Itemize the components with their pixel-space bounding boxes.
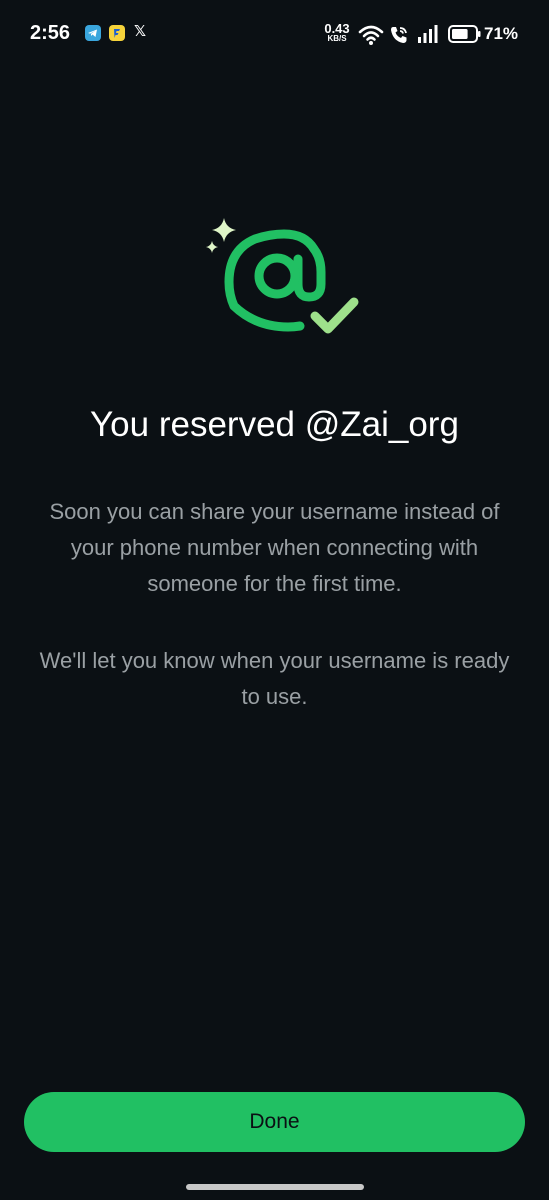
x-app-icon: 𝕏 — [134, 23, 147, 40]
flipkart-icon — [109, 25, 125, 41]
sparkle-large-icon — [212, 218, 236, 242]
network-speed: 0.43 KB/S — [322, 22, 352, 43]
sparkle-small-icon — [206, 241, 218, 253]
username-reserved-icon — [206, 218, 359, 334]
description-paragraph: Soon you can share your username instead… — [49, 499, 500, 596]
signal-icon — [418, 25, 438, 43]
status-bar: 2:56 𝕏 0.43 KB/S 71% — [0, 0, 549, 70]
notification-paragraph: We'll let you know when your username is… — [39, 648, 510, 709]
page-title: You reserved @Zai_org — [90, 405, 459, 444]
battery-percent: 71% — [484, 24, 519, 43]
check-icon — [310, 297, 359, 334]
network-speed-unit: KB/S — [327, 34, 347, 43]
home-indicator[interactable] — [186, 1184, 364, 1190]
wifi-call-icon — [391, 27, 407, 43]
wifi-icon — [358, 25, 384, 45]
at-sign-icon — [224, 229, 326, 332]
telegram-icon — [85, 25, 101, 41]
battery-icon — [448, 25, 481, 43]
done-button[interactable]: Done — [24, 1092, 525, 1152]
status-time: 2:56 — [30, 22, 71, 44]
